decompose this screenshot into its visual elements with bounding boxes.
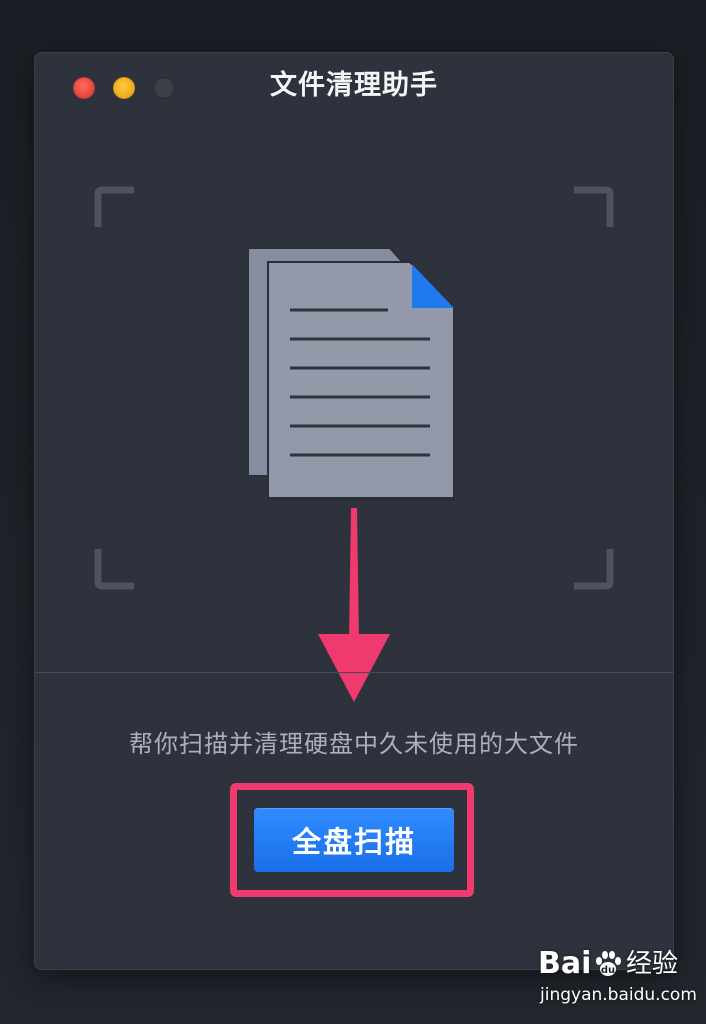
section-divider (34, 672, 674, 673)
corner-bottom-right (574, 549, 614, 590)
corner-top-left (94, 186, 134, 227)
baidu-jingyan-watermark: Bai du 经验 jingyan.baidu.com (538, 944, 698, 1014)
document-stack-icon (247, 247, 455, 500)
corner-top-right (574, 186, 614, 227)
paw-icon: du (596, 951, 621, 976)
corner-bottom-left (94, 549, 134, 590)
watermark-brand: Bai (538, 946, 592, 981)
description-text: 帮你扫描并清理硬盘中久未使用的大文件 (129, 730, 579, 758)
watermark-url: jingyan.baidu.com (540, 985, 697, 1005)
svg-text:du: du (601, 965, 615, 976)
app-window: 文件清理助手 帮你扫描并清理硬盘中久未使用的大文件 全盘扫描 (34, 52, 674, 970)
watermark-brand-cn: 经验 (626, 949, 679, 979)
full-disk-scan-button[interactable]: 全盘扫描 (254, 808, 454, 872)
